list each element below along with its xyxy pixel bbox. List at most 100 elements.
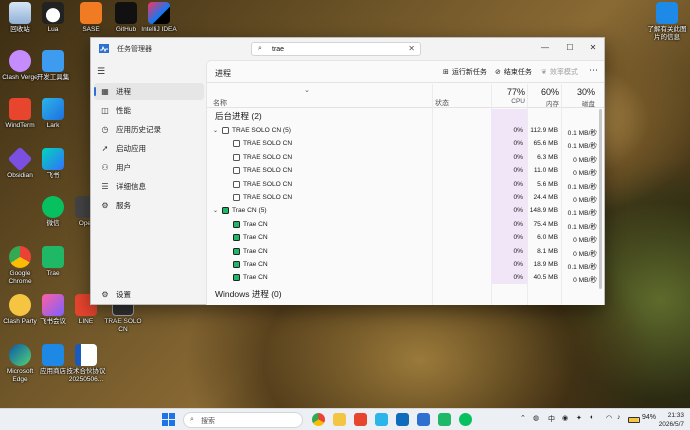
lark-taskbar-icon[interactable] — [375, 413, 388, 426]
leaf-icon: ❦ — [541, 69, 547, 76]
desktop-icon-sase[interactable]: SASE — [71, 2, 111, 34]
spotlight-icon — [656, 2, 678, 24]
tray-app-icon[interactable]: ◉ — [562, 414, 568, 422]
sidebar-item-processes[interactable]: ▦ 进程 — [94, 83, 204, 100]
tray-chevron-icon[interactable]: ⌃ — [520, 414, 526, 422]
efficiency-mode-button[interactable]: ❦ 效率模式 — [541, 67, 578, 77]
task-manager-taskbar-icon[interactable] — [417, 413, 430, 426]
taskbar: ⌕ 搜索 ⌃ ◍ 中 ◉ ✦ ◐ ◠ ♪ 94% 21:33 2026/5/7 — [0, 408, 690, 430]
trae-solo-process-icon — [233, 140, 240, 148]
scrollbar[interactable] — [599, 109, 602, 289]
panel-header: 进程 ⊞ 运行新任务 ⊘ 结束任务 ❦ 效率模式 ⋯ — [207, 61, 604, 83]
close-button[interactable]: ✕ — [581, 40, 605, 56]
table-row[interactable]: TRAE SOLO CN 0% 11.0 MB 0 MB/秒 — [207, 164, 604, 177]
taskbar-search[interactable]: ⌕ 搜索 — [183, 412, 303, 428]
desktop-icon-lua[interactable]: Lua — [33, 2, 73, 34]
clear-search-icon[interactable]: ✕ — [408, 44, 415, 53]
table-row[interactable]: Trae CN 0% 40.5 MB 0 MB/秒 — [207, 271, 604, 284]
users-icon: ⚇ — [101, 163, 109, 172]
wechat-icon — [42, 196, 64, 218]
table-row[interactable]: TRAE SOLO CN 0% 65.6 MB 0.1 MB/秒 — [207, 137, 604, 150]
column-disk-label[interactable]: 磁盘 — [559, 98, 595, 108]
ime-indicator[interactable]: 中 — [548, 414, 555, 424]
search-box[interactable]: ⌕ ✕ — [251, 42, 421, 56]
column-memory-percent[interactable]: 60% — [525, 87, 559, 97]
tray-app-icon[interactable]: ◐ — [590, 414, 594, 421]
sidebar-item-app-history[interactable]: ◷ 应用历史记录 — [94, 121, 204, 138]
desktop-icon-lark[interactable]: Lark — [33, 98, 73, 130]
table-row[interactable]: Trae CN 0% 18.9 MB 0.1 MB/秒 — [207, 258, 604, 271]
windterm-taskbar-icon[interactable] — [354, 413, 367, 426]
column-name[interactable]: 名称 — [213, 98, 227, 108]
wifi-icon[interactable]: ◠ — [606, 414, 612, 422]
column-cpu-label[interactable]: CPU — [489, 98, 525, 105]
volume-icon[interactable]: ♪ — [617, 414, 621, 421]
cloud-icon — [42, 50, 64, 72]
processes-panel: 进程 ⊞ 运行新任务 ⊘ 结束任务 ❦ 效率模式 ⋯ ⌄ 名称 状态 77% CPU … — [206, 60, 604, 305]
tray-app-icon[interactable]: ◍ — [533, 414, 539, 422]
windows-start-icon[interactable] — [162, 413, 175, 426]
app-history-icon: ◷ — [101, 125, 109, 134]
intellij-icon — [148, 2, 170, 24]
more-options-button[interactable]: ⋯ — [589, 65, 598, 76]
column-status[interactable]: 状态 — [435, 98, 449, 108]
cat-icon — [9, 50, 31, 72]
battery-percent: 94% — [642, 414, 657, 421]
minimize-button[interactable]: — — [533, 40, 557, 56]
desktop-icon-intellij[interactable]: IntelliJ IDEA — [139, 2, 179, 34]
column-disk-percent[interactable]: 30% — [559, 87, 595, 97]
trae-cn-process-icon — [233, 220, 240, 228]
battery-icon[interactable] — [628, 417, 640, 423]
run-task-icon: ⊞ — [443, 69, 449, 76]
settings-gear-icon: ⚙ — [101, 290, 109, 299]
page-title: 进程 — [215, 69, 231, 78]
table-row[interactable]: TRAE SOLO CN 0% 24.4 MB 0 MB/秒 — [207, 191, 604, 204]
task-manager-window[interactable]: 任务管理器 ⌕ ✕ — ☐ ✕ ☰ ▦进程 ◫性能 ◷应用历史记录 ➚启动应用 … — [90, 37, 605, 305]
desktop-icon-spotlight[interactable]: 了解有关此图片的信息 — [645, 2, 689, 42]
sidebar-item-users[interactable]: ⚇ 用户 — [94, 159, 204, 176]
tray-app-icon[interactable]: ✦ — [576, 414, 582, 422]
title-bar[interactable]: 任务管理器 ⌕ ✕ — ☐ ✕ — [91, 38, 604, 60]
column-cpu-percent[interactable]: 77% — [489, 87, 525, 97]
sidebar-item-performance[interactable]: ◫ 性能 — [94, 102, 204, 119]
chrome-taskbar-icon[interactable] — [312, 413, 325, 426]
edge-icon — [9, 344, 31, 366]
trae-solo-process-icon — [222, 127, 229, 134]
table-row[interactable]: Trae CN 0% 6.0 MB 0 MB/秒 — [207, 231, 604, 244]
sidebar-item-startup[interactable]: ➚ 启动应用 — [94, 140, 204, 157]
sidebar-item-settings[interactable]: ⚙ 设置 — [94, 286, 204, 303]
clock[interactable]: 21:33 2026/5/7 — [659, 411, 684, 429]
store-icon — [42, 344, 64, 366]
desktop-icon-document[interactable]: 技术合伙协议 20250506... — [66, 344, 106, 384]
column-header: ⌄ 名称 状态 77% CPU 60% 内存 30% 磁盘 — [207, 84, 604, 108]
end-task-button[interactable]: ⊘ 结束任务 — [495, 67, 532, 77]
table-row[interactable]: TRAE SOLO CN 0% 6.3 MB 0 MB/秒 — [207, 151, 604, 164]
table-row[interactable]: ⌄ Trae CN (5) 0% 148.9 MB 0.1 MB/秒 — [207, 204, 604, 217]
panda-icon — [42, 2, 64, 24]
wechat-taskbar-icon[interactable] — [459, 413, 472, 426]
hamburger-menu-icon[interactable]: ☰ — [97, 66, 105, 77]
sidebar-item-details[interactable]: ☰ 详细信息 — [94, 178, 204, 195]
trae-cn-process-icon — [233, 234, 240, 242]
table-row[interactable]: Trae CN 0% 75.4 MB 0.1 MB/秒 — [207, 218, 604, 231]
trae-taskbar-icon[interactable] — [438, 413, 451, 426]
search-icon: ⌕ — [258, 45, 262, 52]
table-row[interactable]: Trae CN 0% 8.1 MB 0 MB/秒 — [207, 245, 604, 258]
search-input[interactable] — [272, 44, 402, 54]
table-row[interactable]: ⌄ TRAE SOLO CN (5) 0% 112.9 MB 0.1 MB/秒 — [207, 124, 604, 137]
processes-icon: ▦ — [101, 87, 109, 96]
trae-solo-process-icon — [233, 167, 240, 175]
sidebar-item-services[interactable]: ⚙ 服务 — [94, 197, 204, 214]
desktop-icon-feishu[interactable]: 飞书 — [33, 148, 73, 180]
run-new-task-button[interactable]: ⊞ 运行新任务 — [443, 67, 487, 77]
maximize-button[interactable]: ☐ — [558, 40, 582, 56]
table-row[interactable]: TRAE SOLO CN 0% 5.6 MB 0.1 MB/秒 — [207, 178, 604, 191]
chevron-down-icon[interactable]: ⌄ — [213, 127, 219, 134]
column-memory-label[interactable]: 内存 — [525, 98, 559, 108]
desktop-icon-trae[interactable]: Trae — [33, 246, 73, 278]
file-explorer-icon[interactable] — [333, 413, 346, 426]
details-icon: ☰ — [101, 182, 109, 191]
chevron-down-icon[interactable]: ⌄ — [213, 207, 219, 214]
desktop-icon-dev-tools[interactable]: 开发工具集 — [33, 50, 73, 82]
outlook-icon[interactable] — [396, 413, 409, 426]
